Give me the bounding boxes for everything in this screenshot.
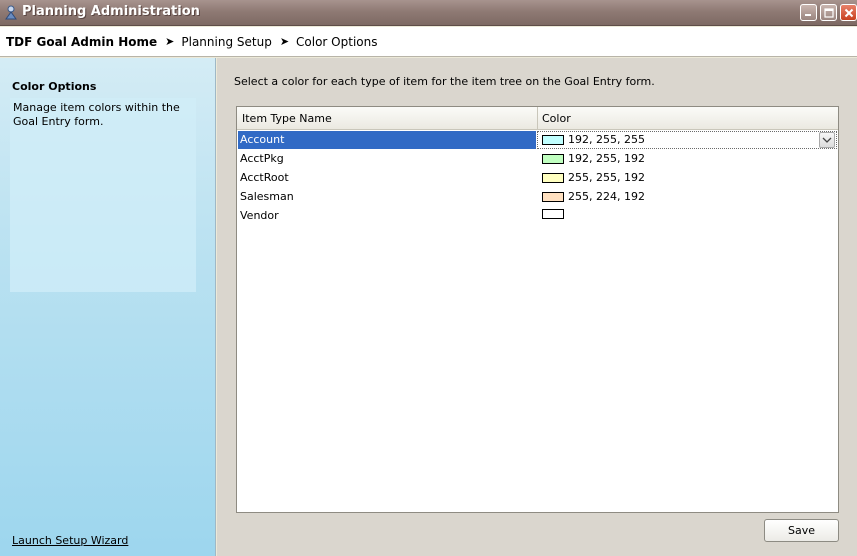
maximize-icon [823, 7, 834, 18]
column-divider[interactable] [537, 107, 538, 130]
item-type-name-cell[interactable]: AcctPkg [240, 152, 284, 165]
color-swatch [542, 191, 564, 202]
color-dropdown-button[interactable] [819, 132, 835, 148]
title-bar: Planning Administration [0, 0, 857, 26]
table-row[interactable]: AcctPkg 192, 255, 192 [237, 149, 838, 168]
left-panel-description: Manage item colors within the Goal Entry… [13, 101, 180, 128]
save-button[interactable]: Save [764, 519, 839, 542]
color-value: 255, 255, 192 [568, 171, 645, 184]
color-grid: Item Type Name Color Account 192, 255, 2… [236, 106, 839, 513]
breadcrumb-planning-setup[interactable]: Planning Setup [181, 35, 271, 49]
color-value: 255, 224, 192 [568, 190, 645, 203]
item-type-name-cell[interactable]: Salesman [240, 190, 294, 203]
breadcrumb-color-options: Color Options [296, 34, 378, 49]
table-row[interactable]: AcctRoot 255, 255, 192 [237, 168, 838, 187]
chevron-down-icon [822, 137, 832, 143]
column-header-color[interactable]: Color [542, 112, 571, 125]
table-row[interactable]: Account 192, 255, 255 [237, 130, 838, 149]
app-icon [4, 5, 18, 20]
breadcrumb-home[interactable]: TDF Goal Admin Home [6, 35, 157, 49]
color-cell[interactable]: 192, 255, 255 [542, 133, 645, 146]
color-cell[interactable] [542, 209, 568, 219]
breadcrumb: TDF Goal Admin Home ➤ Planning Setup ➤ C… [0, 27, 857, 57]
maximize-button[interactable] [820, 4, 837, 21]
minimize-button[interactable] [800, 4, 817, 21]
table-row[interactable]: Vendor [237, 206, 838, 225]
color-cell[interactable]: 255, 224, 192 [542, 190, 645, 203]
minimize-icon [805, 14, 811, 16]
launch-setup-wizard-link[interactable]: Launch Setup Wizard [12, 534, 128, 547]
description-box: Manage item colors within the Goal Entry… [10, 98, 196, 292]
close-button[interactable] [840, 4, 857, 21]
item-type-name-cell[interactable]: Account [240, 133, 284, 146]
color-swatch [542, 153, 564, 164]
window-title: Planning Administration [22, 4, 200, 19]
item-type-name-cell[interactable]: AcctRoot [240, 171, 289, 184]
color-swatch [542, 209, 564, 219]
color-value: 192, 255, 192 [568, 152, 645, 165]
column-header-item-type-name[interactable]: Item Type Name [242, 112, 332, 125]
left-panel-title: Color Options [12, 80, 97, 93]
main-content: Select a color for each type of item for… [217, 58, 857, 556]
color-swatch [542, 172, 564, 183]
instructions-text: Select a color for each type of item for… [234, 75, 655, 88]
color-value: 192, 255, 255 [568, 133, 645, 146]
close-icon [844, 8, 853, 17]
color-swatch [542, 134, 564, 145]
item-type-name-cell[interactable]: Vendor [240, 209, 279, 222]
color-cell[interactable]: 255, 255, 192 [542, 171, 645, 184]
table-row[interactable]: Salesman 255, 224, 192 [237, 187, 838, 206]
color-cell[interactable]: 192, 255, 192 [542, 152, 645, 165]
breadcrumb-arrow-icon: ➤ [279, 35, 290, 48]
left-panel: Color Options Manage item colors within … [0, 58, 216, 556]
breadcrumb-arrow-icon: ➤ [165, 35, 175, 48]
grid-header: Item Type Name Color [237, 107, 838, 130]
